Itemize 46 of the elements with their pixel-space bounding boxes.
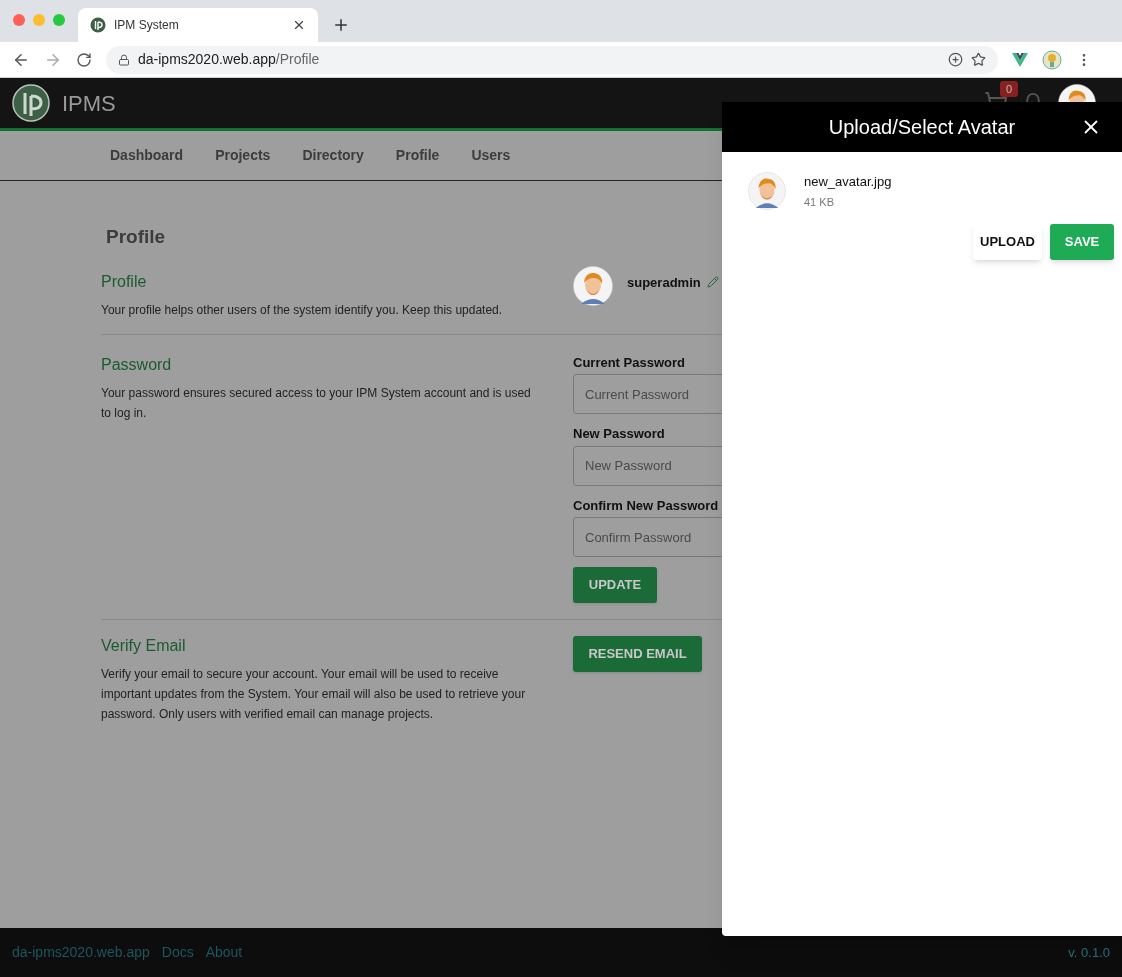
browser-tab[interactable]: IPM System <box>78 8 318 42</box>
close-tab-icon[interactable] <box>292 18 306 32</box>
section-description: Verify your email to secure your account. Your email will be used to receive important updates from the System. Your email will also be used to retrieve your password. Only users with verified email can manage projects. <box>101 666 527 723</box>
cart-badge: 0 <box>1000 81 1019 97</box>
section-title: Verify Email <box>101 636 187 656</box>
favicon-icon <box>90 17 106 33</box>
new-tab-icon[interactable] <box>332 16 350 34</box>
save-button[interactable]: SAVE <box>1050 224 1114 260</box>
logo-icon <box>12 84 50 122</box>
field-label: Current Password <box>573 353 686 372</box>
edit-icon[interactable] <box>706 275 719 288</box>
resend-email-button[interactable]: RESEND EMAIL <box>573 636 702 672</box>
field-label: Confirm New Password <box>573 496 720 515</box>
section-title: Profile <box>101 271 148 292</box>
field-label: New Password <box>573 425 666 443</box>
update-button[interactable]: UPDATE <box>573 567 657 603</box>
nav-link[interactable]: Users <box>471 145 511 166</box>
url-text: da-ipms2020.web.app/Profile <box>138 50 321 69</box>
reload-icon[interactable] <box>76 51 92 68</box>
nav-link[interactable]: Projects <box>215 145 271 166</box>
file-size: 41 KB <box>804 194 835 210</box>
add-icon[interactable] <box>948 52 963 67</box>
page-title: Profile <box>106 225 166 249</box>
version-text: v. 0.1.0 <box>1068 943 1110 962</box>
upload-button[interactable]: UPLOAD <box>973 224 1042 260</box>
file-name: new_avatar.jpg <box>804 173 892 191</box>
username: superadmin <box>627 273 701 292</box>
nav-link[interactable]: Directory <box>302 145 364 166</box>
tab-title: IPM System <box>114 17 180 34</box>
bookmark-star-icon[interactable] <box>971 52 986 67</box>
nav-link[interactable]: Dashboard <box>110 145 184 166</box>
footer-link[interactable]: Docs <box>161 942 194 963</box>
profile-extension-icon[interactable] <box>1042 49 1062 70</box>
section-description: Your profile helps other users of the system identify you. Keep this updated. <box>101 301 504 319</box>
drawer-title: Upload/Select Avatar <box>828 115 1016 140</box>
section-description: Your password ensures secured access to your IPM System account and is used to log in. <box>101 384 532 422</box>
footer-link[interactable]: About <box>205 942 243 963</box>
nav-link[interactable]: Profile <box>395 145 440 166</box>
brand-name: IPMS <box>62 89 116 118</box>
address-bar[interactable]: da-ipms2020.web.app/Profile <box>106 45 998 74</box>
extension-icon[interactable] <box>1012 52 1028 67</box>
section-title: Password <box>101 354 173 375</box>
lock-icon <box>118 53 130 66</box>
profile-avatar <box>573 265 613 306</box>
file-thumbnail <box>748 172 786 210</box>
footer-link[interactable]: da-ipms2020.web.app <box>12 942 150 963</box>
